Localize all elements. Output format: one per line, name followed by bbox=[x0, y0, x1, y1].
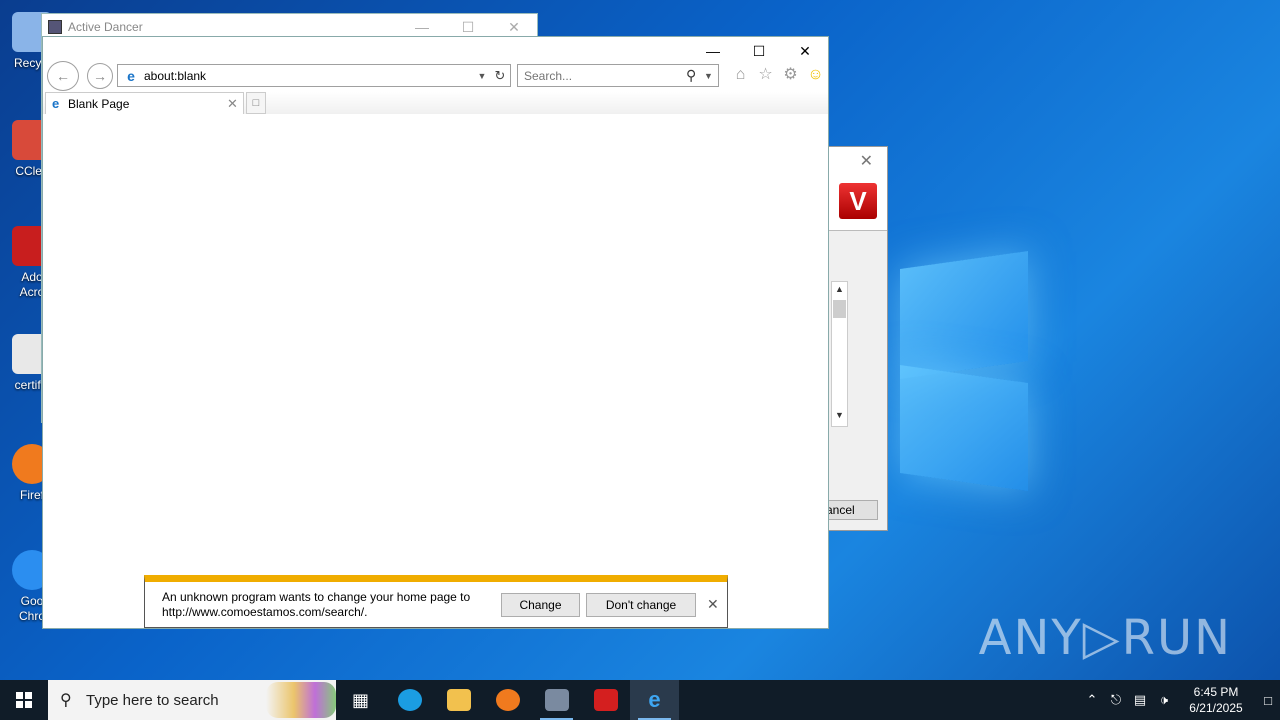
notification-center-icon[interactable]: □ bbox=[1256, 693, 1280, 708]
v-logo-icon bbox=[593, 689, 618, 711]
chevron-up-icon[interactable]: ⌃ bbox=[1080, 692, 1104, 708]
taskbar: ⚲ Type here to search ▦ e ⌃ ⎋ ▤ 🕩 6:45 P… bbox=[0, 680, 1280, 720]
ie-icon: e bbox=[648, 687, 661, 712]
cancel-button[interactable]: ancel bbox=[821, 500, 878, 520]
internet-explorer-window[interactable]: — ☐ ✕ ← → e about:blank ▼ ↻ ⚲ ▼ ⌂ ☆ ⚙ ☺ … bbox=[42, 36, 829, 629]
favorites-star-icon[interactable]: ☆ bbox=[756, 65, 775, 84]
clock-date: 6/21/2025 bbox=[1189, 701, 1243, 715]
firefox-icon bbox=[495, 689, 520, 711]
windows-logo-wallpaper bbox=[880, 230, 1040, 491]
close-button[interactable]: ✕ bbox=[782, 37, 828, 65]
ethernet-icon[interactable]: ▤ bbox=[1128, 692, 1152, 708]
anyrun-watermark: ANY▷RUN bbox=[978, 610, 1232, 666]
edge-icon bbox=[397, 689, 422, 711]
address-dropdown-icon[interactable]: ▼ bbox=[474, 71, 490, 81]
ie-page-icon: e bbox=[127, 67, 135, 84]
tab-label: Blank Page bbox=[68, 96, 130, 111]
taskbar-internet-explorer[interactable]: e bbox=[630, 680, 679, 720]
search-highlight-image bbox=[266, 682, 336, 718]
taskbar-search-placeholder: Type here to search bbox=[86, 691, 219, 709]
search-input[interactable] bbox=[524, 68, 686, 83]
task-view-button[interactable]: ▦ bbox=[336, 680, 385, 720]
close-icon[interactable]: ✕ bbox=[707, 596, 719, 613]
search-dropdown-icon[interactable]: ▼ bbox=[704, 71, 718, 81]
clock[interactable]: 6:45 PM 6/21/2025 bbox=[1176, 684, 1256, 716]
home-icon[interactable]: ⌂ bbox=[731, 65, 750, 84]
minimize-button[interactable]: — bbox=[690, 37, 736, 65]
taskbar-firefox[interactable] bbox=[483, 680, 532, 720]
windows-start-icon bbox=[16, 692, 32, 708]
notification-message: An unknown program wants to change your … bbox=[162, 590, 471, 619]
installer-logo: V bbox=[839, 183, 877, 219]
new-tab-button[interactable]: □ bbox=[246, 92, 266, 114]
scroll-down-icon[interactable]: ▼ bbox=[832, 410, 847, 424]
feedback-smiley-icon[interactable]: ☺ bbox=[806, 65, 825, 84]
close-tab-icon[interactable]: ✕ bbox=[227, 96, 243, 112]
address-bar[interactable]: e about:blank ▼ ↻ bbox=[117, 64, 511, 87]
system-tray: ⌃ ⎋ ▤ 🕩 6:45 PM 6/21/2025 □ bbox=[1080, 680, 1280, 720]
taskbar-v-app[interactable] bbox=[581, 680, 630, 720]
search-icon[interactable]: ⚲ bbox=[686, 67, 704, 84]
taskbar-edge[interactable] bbox=[385, 680, 434, 720]
dont-change-button[interactable]: Don't change bbox=[586, 593, 696, 617]
taskbar-active-dancer[interactable] bbox=[532, 680, 581, 720]
network-icon[interactable]: ⎋ bbox=[1104, 692, 1128, 708]
installer-icon bbox=[544, 689, 569, 711]
scroll-thumb[interactable] bbox=[833, 300, 846, 318]
search-box[interactable]: ⚲ ▼ bbox=[517, 64, 719, 87]
task-view-icon: ▦ bbox=[351, 689, 369, 710]
scroll-up-icon[interactable]: ▲ bbox=[832, 284, 847, 298]
homepage-change-notification: An unknown program wants to change your … bbox=[144, 575, 728, 628]
taskbar-file-explorer[interactable] bbox=[434, 680, 483, 720]
navigation-bar: ← → e about:blank ▼ ↻ ⚲ ▼ ⌂ ☆ ⚙ ☺ bbox=[43, 61, 828, 93]
search-icon: ⚲ bbox=[60, 692, 72, 709]
start-button[interactable] bbox=[0, 680, 48, 720]
tab-blank-page[interactable]: e Blank Page ✕ bbox=[45, 92, 244, 114]
volume-icon[interactable]: 🕩 bbox=[1152, 692, 1176, 708]
tab-strip: e Blank Page ✕ □ bbox=[43, 92, 828, 114]
scrollbar[interactable]: ▲ ▼ bbox=[831, 281, 848, 427]
back-button[interactable]: ← bbox=[47, 61, 79, 91]
app-icon bbox=[48, 20, 62, 34]
folder-icon bbox=[446, 689, 471, 711]
window-title: Active Dancer bbox=[68, 20, 143, 34]
forward-button[interactable]: → bbox=[87, 63, 113, 89]
gear-icon[interactable]: ⚙ bbox=[781, 65, 800, 84]
address-url[interactable]: about:blank bbox=[144, 69, 474, 83]
page-content[interactable] bbox=[43, 115, 828, 628]
maximize-button[interactable]: ☐ bbox=[736, 37, 782, 65]
clock-time: 6:45 PM bbox=[1193, 685, 1239, 699]
change-button[interactable]: Change bbox=[501, 593, 580, 617]
refresh-icon[interactable]: ↻ bbox=[490, 68, 510, 84]
taskbar-search[interactable]: ⚲ Type here to search bbox=[48, 680, 336, 720]
close-icon[interactable]: ✕ bbox=[860, 151, 873, 171]
ie-page-icon: e bbox=[52, 96, 60, 111]
